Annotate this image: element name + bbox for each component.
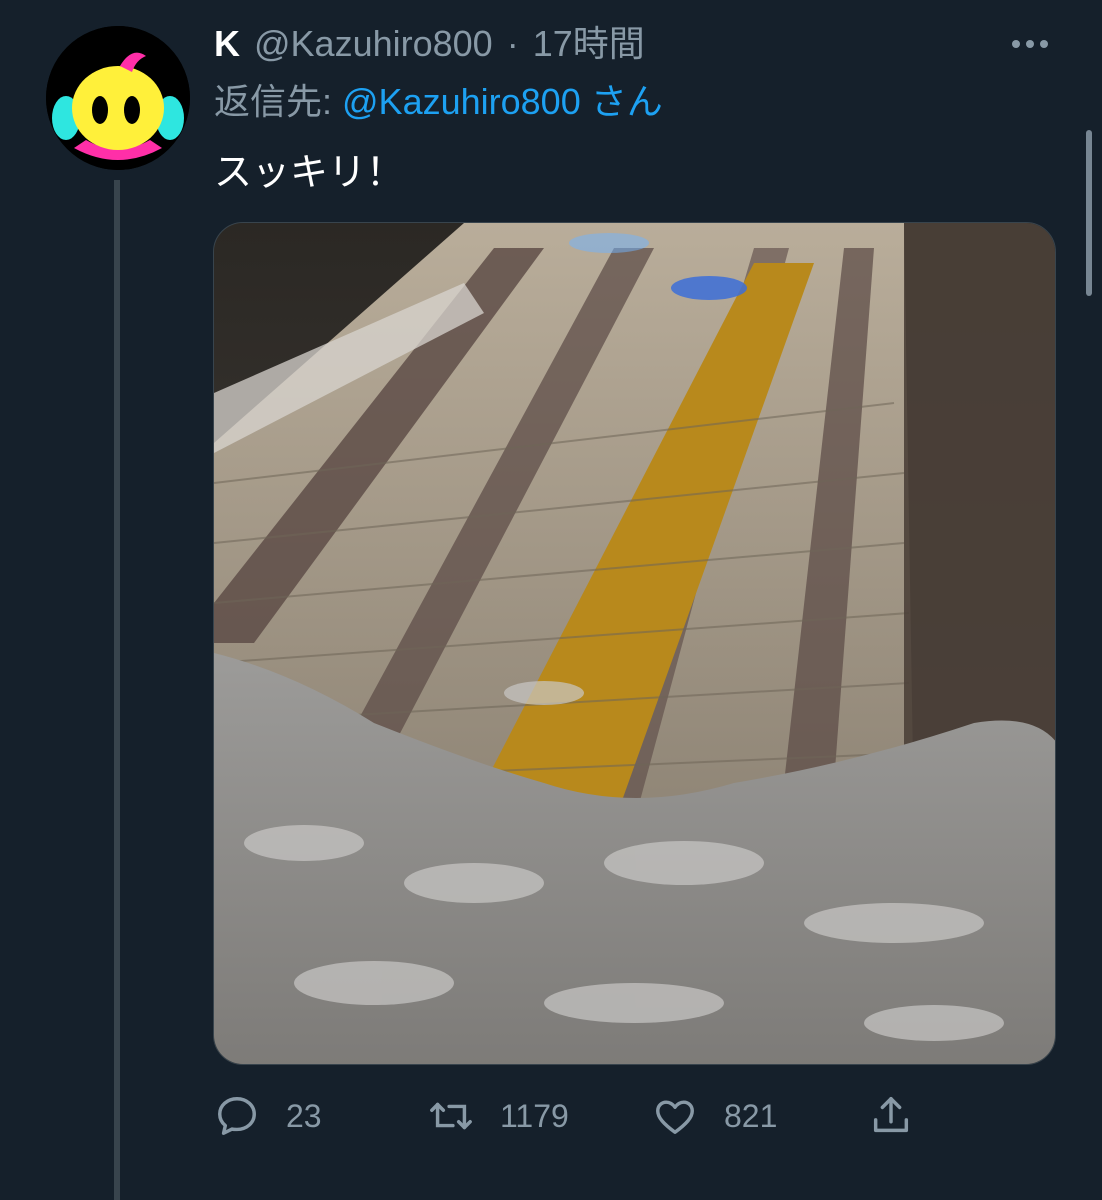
reply-to-label: 返信先: xyxy=(214,81,343,122)
reply-count: 23 xyxy=(286,1097,322,1134)
like-count: 821 xyxy=(724,1097,778,1134)
avatar-image xyxy=(46,26,190,170)
more-options-button[interactable] xyxy=(1008,22,1052,66)
retweet-count: 1179 xyxy=(500,1097,569,1134)
like-button[interactable]: 821 xyxy=(652,1088,777,1144)
retweet-icon xyxy=(430,1102,472,1130)
more-icon xyxy=(1012,40,1048,48)
reply-to-user-link[interactable]: @Kazuhiro800 さん xyxy=(342,81,663,122)
reply-to-line: 返信先: @Kazuhiro800 さん xyxy=(214,80,663,124)
sidewalk-photo xyxy=(214,223,1055,1064)
tweet-timestamp[interactable]: 17時間 xyxy=(533,22,645,66)
display-name[interactable]: K xyxy=(214,22,240,66)
avatar[interactable] xyxy=(46,26,190,170)
user-handle[interactable]: @Kazuhiro800 xyxy=(254,22,493,66)
heart-icon xyxy=(656,1100,694,1135)
tweet-actions-bar: 23 1179 821 xyxy=(214,1088,934,1144)
scrollbar-thumb[interactable] xyxy=(1086,130,1092,296)
reply-icon xyxy=(218,1097,256,1135)
tweet-media-photo[interactable] xyxy=(213,222,1056,1065)
share-icon xyxy=(873,1097,909,1133)
retweet-button[interactable]: 1179 xyxy=(428,1088,569,1144)
header-separator: · xyxy=(506,23,519,64)
thread-connector-line xyxy=(114,180,120,1200)
share-button[interactable] xyxy=(868,1088,914,1144)
reply-button[interactable]: 23 xyxy=(214,1088,322,1144)
tweet-text: スッキリ！ xyxy=(214,152,405,194)
tweet-header: K @Kazuhiro800 · 17時間 xyxy=(214,22,645,66)
